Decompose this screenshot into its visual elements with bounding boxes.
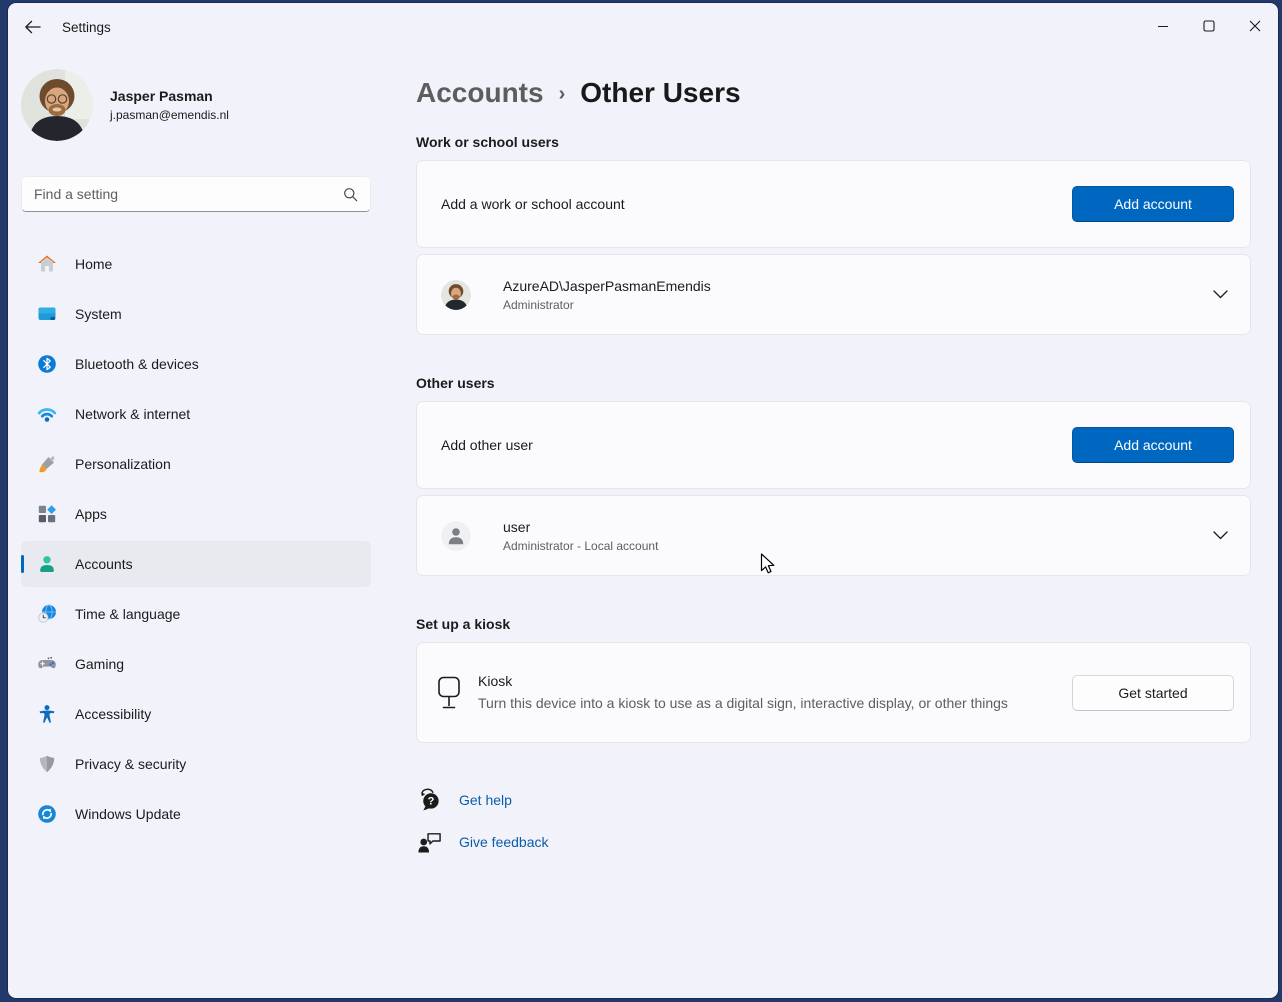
close-icon	[1249, 20, 1261, 32]
kiosk-description: Turn this device into a kiosk to use as …	[478, 694, 1072, 713]
home-icon	[37, 254, 57, 274]
kiosk-card: Kiosk Turn this device into a kiosk to u…	[416, 642, 1251, 743]
chevron-down-icon	[1213, 531, 1228, 540]
search-box[interactable]	[21, 176, 371, 212]
bluetooth-icon	[37, 354, 57, 374]
sidebar-item-accessibility[interactable]: Accessibility	[21, 691, 371, 737]
privacy-icon	[37, 754, 57, 774]
azuread-account-avatar	[441, 280, 471, 310]
breadcrumb-accounts[interactable]: Accounts	[416, 77, 544, 109]
local-user-avatar	[441, 521, 471, 551]
sidebar-item-label: Personalization	[75, 456, 171, 472]
kiosk-icon	[437, 675, 461, 711]
sidebar-nav: Home System Bluetooth & devices	[21, 241, 371, 837]
sidebar-item-label: Apps	[75, 506, 107, 522]
sidebar-item-label: Home	[75, 256, 112, 272]
azuread-expand-button[interactable]	[1213, 290, 1228, 299]
sidebar-item-time-language[interactable]: Time & language	[21, 591, 371, 637]
sidebar-item-home[interactable]: Home	[21, 241, 371, 287]
profile-name: Jasper Pasman	[110, 88, 229, 104]
profile-block[interactable]: Jasper Pasman j.pasman@emendis.nl	[21, 69, 379, 141]
sidebar-item-label: Network & internet	[75, 406, 190, 422]
other-users-heading: Other users	[416, 375, 1251, 391]
svg-text:?: ?	[427, 796, 434, 808]
get-help-link[interactable]: Get help	[459, 792, 512, 808]
local-user-name: user	[503, 519, 658, 535]
window-title: Settings	[62, 20, 111, 35]
sidebar: Jasper Pasman j.pasman@emendis.nl Home	[8, 51, 379, 998]
footer-links: ? Get help Give feedback	[416, 787, 1251, 854]
sidebar-item-accounts[interactable]: Accounts	[21, 541, 371, 587]
close-button[interactable]	[1232, 3, 1278, 49]
user-avatar	[21, 69, 93, 141]
local-user-expand-button[interactable]	[1213, 531, 1228, 540]
give-feedback-link[interactable]: Give feedback	[459, 834, 549, 850]
add-work-school-account-button[interactable]: Add account	[1072, 186, 1234, 222]
profile-email: j.pasman@emendis.nl	[110, 108, 229, 122]
sidebar-item-label: Windows Update	[75, 806, 181, 822]
sidebar-item-label: Accessibility	[75, 706, 151, 722]
sidebar-item-label: Time & language	[75, 606, 180, 622]
sidebar-item-system[interactable]: System	[21, 291, 371, 337]
azuread-account-name: AzureAD\JasperPasmanEmendis	[503, 278, 711, 294]
page-title: Other Users	[580, 77, 740, 109]
accounts-icon	[37, 554, 57, 574]
sidebar-item-privacy[interactable]: Privacy & security	[21, 741, 371, 787]
add-work-school-card: Add a work or school account Add account	[416, 160, 1251, 248]
sidebar-item-gaming[interactable]: Gaming	[21, 641, 371, 687]
back-arrow-icon	[24, 20, 41, 34]
sidebar-item-bluetooth[interactable]: Bluetooth & devices	[21, 341, 371, 387]
kiosk-title: Kiosk	[478, 673, 1072, 689]
sidebar-item-windows-update[interactable]: Windows Update	[21, 791, 371, 837]
local-user-role: Administrator - Local account	[503, 539, 658, 553]
main-content: Accounts › Other Users Work or school us…	[379, 51, 1278, 998]
network-icon	[37, 404, 57, 424]
desktop-background: { "window": { "title": "Settings" }, "co…	[0, 0, 1282, 1002]
local-user-account-row[interactable]: user Administrator - Local account	[416, 495, 1251, 576]
sidebar-item-personalization[interactable]: Personalization	[21, 441, 371, 487]
kiosk-get-started-button[interactable]: Get started	[1072, 675, 1234, 711]
windows-update-icon	[37, 804, 57, 824]
search-input[interactable]	[34, 186, 343, 202]
chevron-down-icon	[1213, 290, 1228, 299]
give-feedback-icon	[416, 829, 442, 854]
breadcrumb-separator-icon: ›	[559, 83, 566, 106]
personalization-icon	[37, 454, 57, 474]
add-other-user-card: Add other user Add account	[416, 401, 1251, 489]
gaming-icon	[37, 654, 57, 674]
sidebar-item-label: System	[75, 306, 122, 322]
add-other-user-label: Add other user	[441, 437, 533, 453]
add-work-school-label: Add a work or school account	[441, 196, 625, 212]
search-icon	[343, 187, 358, 202]
sidebar-item-label: Accounts	[75, 556, 133, 572]
get-help-icon: ?	[416, 787, 442, 812]
minimize-icon	[1157, 20, 1169, 32]
apps-icon	[37, 504, 57, 524]
azuread-account-role: Administrator	[503, 298, 711, 312]
accessibility-icon	[37, 704, 57, 724]
sidebar-item-network[interactable]: Network & internet	[21, 391, 371, 437]
settings-window: Settings	[8, 3, 1278, 998]
time-language-icon	[37, 604, 57, 624]
maximize-icon	[1203, 20, 1215, 32]
azuread-account-row[interactable]: AzureAD\JasperPasmanEmendis Administrato…	[416, 254, 1251, 335]
sidebar-item-label: Bluetooth & devices	[75, 356, 199, 372]
sidebar-item-apps[interactable]: Apps	[21, 491, 371, 537]
breadcrumb: Accounts › Other Users	[416, 77, 1251, 109]
caption-buttons	[1140, 3, 1278, 51]
titlebar: Settings	[8, 3, 1278, 51]
kiosk-heading: Set up a kiosk	[416, 616, 1251, 632]
back-button[interactable]	[16, 11, 48, 43]
minimize-button[interactable]	[1140, 3, 1186, 49]
add-other-user-account-button[interactable]: Add account	[1072, 427, 1234, 463]
work-school-heading: Work or school users	[416, 134, 1251, 150]
system-icon	[37, 304, 57, 324]
sidebar-item-label: Privacy & security	[75, 756, 186, 772]
sidebar-item-label: Gaming	[75, 656, 124, 672]
maximize-button[interactable]	[1186, 3, 1232, 49]
